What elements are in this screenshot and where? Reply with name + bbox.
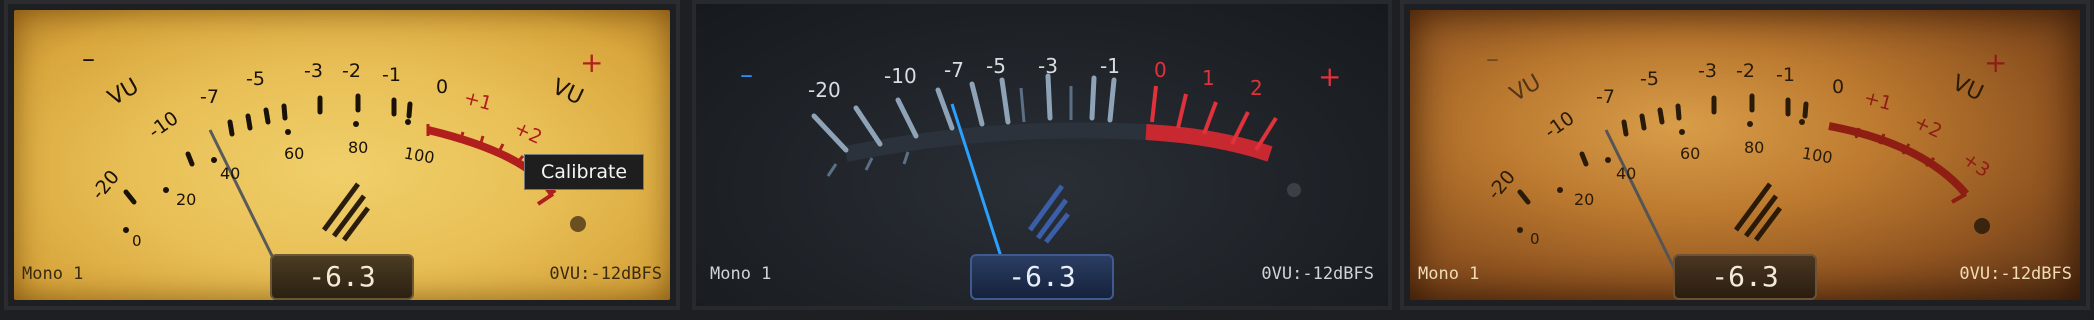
minus-label: –	[740, 60, 753, 90]
plus-label: +	[580, 46, 604, 79]
vu-meter-modern[interactable]: – + -20 -10 -7 -5 -3 -1 0 1 2 Mono 1 0VU…	[692, 0, 1392, 310]
red-zone-arc	[1145, 124, 1273, 162]
adjust-screw	[1287, 183, 1301, 197]
brand-logo	[1027, 184, 1070, 244]
channel-label: Mono 1	[710, 264, 772, 284]
minus-label: –	[1486, 44, 1499, 74]
pct-label: 40	[1616, 164, 1637, 183]
channel-label: Mono 1	[1418, 264, 1480, 284]
adjust-screw	[1974, 218, 1990, 234]
db-label: -2	[1736, 60, 1755, 82]
db-label: -1	[382, 64, 401, 86]
level-readout: -6.3	[970, 254, 1114, 300]
db-label: -3	[304, 60, 323, 82]
pct-label: 20	[176, 190, 197, 209]
reference-label: 0VU:-12dBFS	[549, 264, 662, 284]
reference-label: 0VU:-12dBFS	[1261, 264, 1374, 284]
pct-label: 20	[1574, 190, 1595, 209]
pct-label: 80	[348, 138, 369, 157]
db-label: -7	[200, 86, 219, 108]
db-label: 2	[1250, 76, 1263, 100]
db-label: 0	[436, 76, 449, 98]
pct-label: 40	[220, 164, 241, 183]
vu-meter-vintage[interactable]: – + VU VU -20 -10 -7 -5 -3 -2 -1 0 +1 +2…	[1400, 0, 2090, 310]
minus-label: –	[82, 44, 95, 74]
db-label: -7	[1596, 86, 1615, 108]
pct-label: 60	[1680, 144, 1701, 163]
pct-label: 80	[1744, 138, 1765, 157]
db-label: 0	[1154, 58, 1167, 82]
db-label: -3	[1038, 54, 1058, 78]
pct-label: 0	[1530, 230, 1540, 248]
db-label: 0	[1832, 76, 1845, 98]
db-label: -3	[1698, 60, 1717, 82]
plus-label: +	[1318, 60, 1342, 93]
vu-meter-classic[interactable]: – + VU VU -20 -10 -7 -5 -3 -2 -1 0 +1 +2…	[4, 0, 680, 310]
needle	[1604, 129, 1678, 273]
pct-label: 0	[132, 232, 142, 250]
db-label: -5	[1640, 68, 1659, 90]
db-label: -10	[884, 64, 917, 88]
pct-label: 60	[284, 144, 305, 163]
calibrate-tooltip[interactable]: Calibrate	[524, 154, 645, 190]
db-label: -5	[246, 68, 265, 90]
reference-label: 0VU:-12dBFS	[1959, 264, 2072, 284]
adjust-screw	[570, 216, 586, 232]
db-label: 1	[1202, 66, 1215, 90]
db-label: -1	[1100, 54, 1120, 78]
brand-logo	[1733, 182, 1782, 242]
channel-label: Mono 1	[22, 264, 84, 284]
brand-logo	[321, 182, 370, 242]
db-label: -20	[808, 78, 841, 102]
needle	[208, 129, 282, 273]
red-zone-arc	[1828, 122, 1970, 197]
level-readout: -6.3	[1673, 254, 1817, 300]
db-label: -5	[986, 54, 1006, 78]
db-label: -7	[944, 58, 964, 82]
db-label: -2	[342, 60, 361, 82]
db-label: -1	[1776, 64, 1795, 86]
plus-label: +	[1984, 46, 2008, 79]
level-readout: -6.3	[270, 254, 414, 300]
